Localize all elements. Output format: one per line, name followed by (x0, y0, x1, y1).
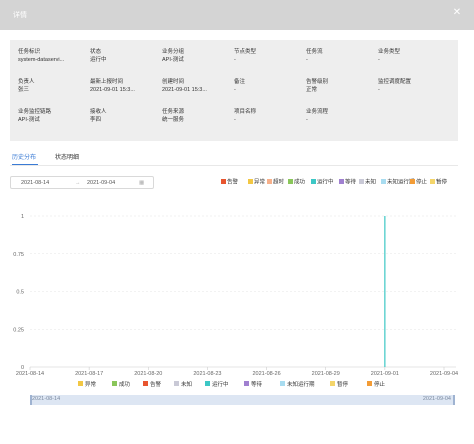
legend-label: 停止 (374, 380, 386, 388)
legend-swatch (112, 381, 117, 386)
legend-label: 异常 (85, 380, 97, 388)
x-tick-label: 2021-08-17 (75, 371, 103, 377)
legend-swatch (143, 381, 148, 386)
datazoom-slider[interactable]: 2021-08-14 2021-09-04 (30, 395, 455, 405)
legend-label: 暂停 (337, 380, 349, 388)
legend-bottom-item[interactable]: 等待 (244, 380, 263, 388)
legend-bottom-item[interactable]: 暂停 (330, 380, 349, 388)
legend-label: 未知运行期 (287, 380, 315, 388)
legend-swatch (78, 381, 83, 386)
bar-running (384, 216, 386, 367)
x-tick-label: 2021-08-26 (253, 371, 281, 377)
legend-bottom-item[interactable]: 运行中 (205, 380, 229, 388)
y-tick-label: 0.5 (16, 290, 24, 296)
legend-bottom-item[interactable]: 异常 (78, 380, 97, 388)
legend-bottom-item[interactable]: 停止 (367, 380, 386, 388)
x-tick-label: 2021-09-04 (430, 371, 458, 377)
y-tick-label: 0.75 (13, 252, 24, 258)
legend-swatch (330, 381, 335, 386)
legend-label: 运行中 (212, 380, 229, 388)
legend-label: 未知 (181, 380, 192, 388)
legend-bottom-item[interactable]: 未知 (174, 380, 192, 388)
history-chart: 00.250.50.7512021-08-14 2021-08-17 2021-08… (13, 214, 458, 388)
slider-end-label: 2021-09-04 (422, 396, 451, 402)
legend-swatch (367, 381, 372, 386)
legend-bottom-item[interactable]: 未知运行期 (280, 380, 315, 388)
legend-swatch (244, 381, 249, 386)
x-tick-label: 2021-08-23 (193, 371, 221, 377)
legend-bottom-item[interactable]: 成功 (112, 380, 131, 388)
x-tick-label: 2021-08-14 (16, 371, 44, 377)
legend-swatch (280, 381, 285, 386)
legend-bottom-item[interactable]: 告警 (143, 380, 162, 388)
x-tick-label: 2021-09-01 (371, 371, 399, 377)
legend-label: 告警 (150, 380, 162, 388)
legend-swatch (174, 381, 179, 386)
legend-label: 等待 (251, 380, 263, 388)
legend-label: 成功 (119, 380, 131, 388)
y-tick-label: 0.25 (13, 327, 24, 333)
legend-swatch (205, 381, 210, 386)
y-tick-label: 1 (21, 214, 24, 220)
x-tick-label: 2021-08-29 (312, 371, 340, 377)
x-tick-label: 2021-08-20 (134, 371, 162, 377)
slider-start-label: 2021-08-14 (32, 396, 61, 402)
